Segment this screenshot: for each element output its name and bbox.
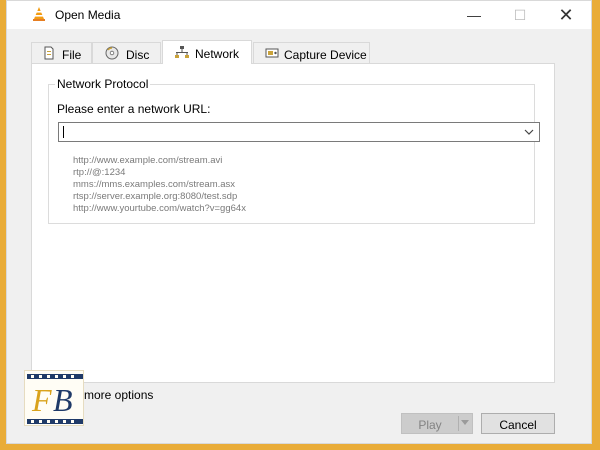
fb-logo-icon: F B — [27, 374, 83, 424]
vlc-cone-icon — [31, 6, 47, 22]
url-examples: http://www.example.com/stream.avi rtp://… — [73, 155, 246, 215]
tab-file-label: File — [62, 48, 82, 62]
minimize-button[interactable]: — — [451, 1, 497, 29]
play-button-label: Play — [418, 418, 442, 432]
play-button[interactable]: Play — [401, 413, 473, 434]
url-label: Please enter a network URL: — [57, 102, 211, 116]
svg-text:F: F — [31, 382, 52, 418]
example-url: http://www.example.com/stream.avi — [73, 155, 223, 166]
window-title: Open Media — [55, 8, 121, 22]
network-url-combobox[interactable] — [58, 122, 540, 142]
play-dropdown-arrow-icon[interactable] — [461, 420, 469, 425]
network-url-input[interactable] — [59, 123, 514, 141]
chevron-down-icon[interactable] — [519, 123, 539, 141]
network-icon — [175, 45, 189, 59]
tab-disc[interactable]: Disc — [92, 42, 161, 63]
network-protocol-group: Network Protocol Please enter a network … — [48, 77, 540, 224]
example-url: http://www.yourtube.com/watch?v=gg64x — [73, 203, 246, 214]
title-bar: Open Media — ☐ ✕ — [7, 1, 591, 29]
tab-network-label: Network — [195, 47, 240, 61]
close-button[interactable]: ✕ — [543, 1, 589, 29]
svg-text:B: B — [53, 382, 73, 418]
example-url: rtsp://server.example.org:8080/test.sdp — [73, 191, 238, 202]
capture-device-icon — [265, 46, 279, 60]
example-url: rtp://@:1234 — [73, 167, 126, 178]
group-title: Network Protocol — [55, 77, 151, 91]
split-divider — [458, 416, 459, 431]
cancel-button-label: Cancel — [499, 418, 537, 432]
fb-watermark-logo: F B — [24, 370, 84, 426]
tab-file[interactable]: File — [31, 42, 92, 63]
tab-network[interactable]: Network — [162, 40, 252, 64]
text-cursor — [63, 126, 64, 138]
tab-disc-label: Disc — [126, 48, 150, 62]
maximize-button[interactable]: ☐ — [497, 1, 543, 29]
cancel-button[interactable]: Cancel — [481, 413, 555, 434]
tab-capture-device[interactable]: Capture Device — [253, 42, 370, 63]
network-tab-panel: Network Protocol Please enter a network … — [31, 63, 555, 383]
disc-icon — [105, 46, 119, 60]
show-more-options-label: more options — [84, 388, 154, 402]
tab-capture-device-label: Capture Device — [284, 48, 367, 62]
file-icon — [42, 46, 56, 60]
example-url: mms://mms.examples.com/stream.asx — [73, 179, 236, 190]
